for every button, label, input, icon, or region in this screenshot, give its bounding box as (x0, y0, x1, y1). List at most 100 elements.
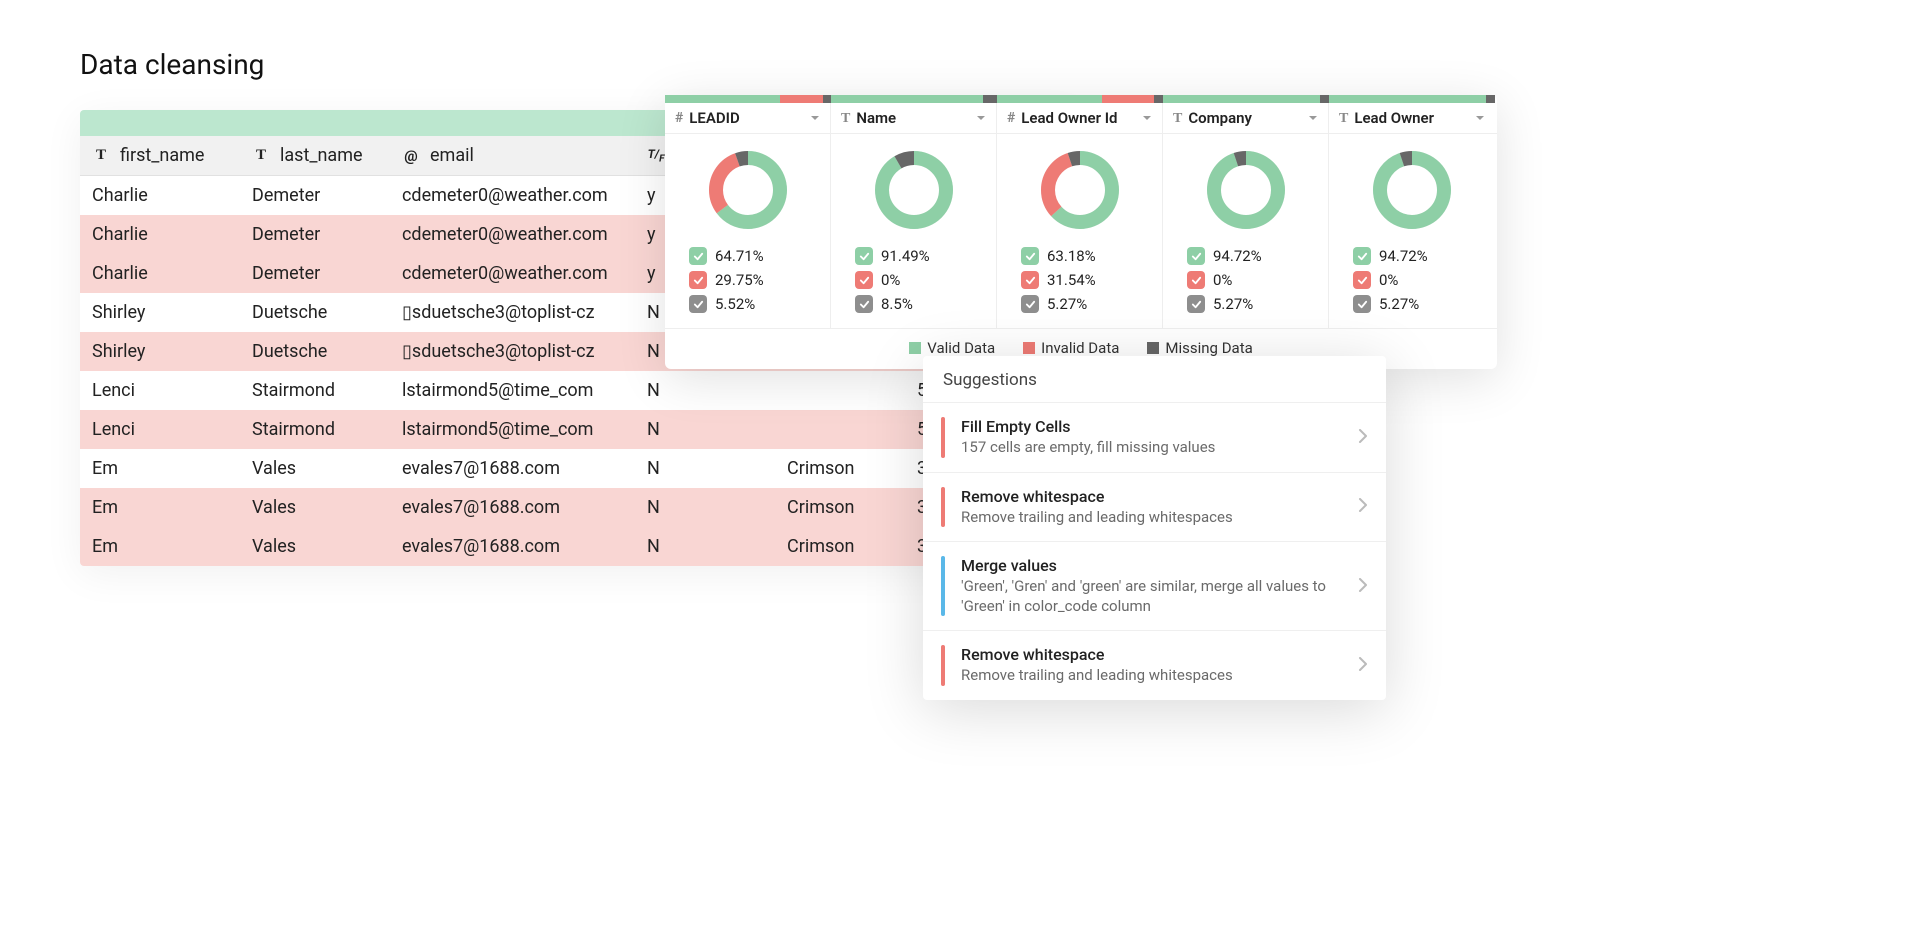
column-header[interactable]: Tfirst_name (80, 136, 240, 175)
quality-column-header[interactable]: # Lead Owner Id (997, 103, 1162, 133)
suggestion-desc: 'Green', 'Gren' and 'green' are similar,… (961, 577, 1358, 616)
suggestion-title: Remove whitespace (961, 487, 1358, 506)
sort-icon[interactable] (1142, 109, 1152, 127)
table-cell: cdemeter0@weather.com (390, 215, 635, 254)
type-icon: T (252, 147, 270, 165)
suggestion-desc: Remove trailing and leading whitespaces (961, 666, 1358, 686)
table-cell: N (635, 371, 775, 410)
sort-icon[interactable] (1308, 109, 1318, 127)
strip-segment (665, 95, 780, 103)
strip-segment (831, 95, 983, 103)
suggestion-text: Merge values'Green', 'Gren' and 'green' … (961, 556, 1358, 616)
donut-chart (872, 148, 956, 232)
suggestion-item[interactable]: Merge values'Green', 'Gren' and 'green' … (923, 541, 1386, 630)
stat-invalid: 0% (1339, 268, 1485, 292)
stat-value: 31.54% (1047, 271, 1096, 289)
type-icon: T (92, 147, 110, 165)
strip-segment (997, 95, 1102, 103)
suggestion-accent (941, 556, 945, 616)
stat-missing: 8.5% (841, 292, 986, 316)
quality-column-label: Lead Owner Id (1021, 109, 1117, 127)
type-icon: T (1339, 110, 1348, 127)
suggestion-item[interactable]: Remove whitespace Remove trailing and lea… (923, 472, 1386, 542)
table-cell: N (635, 527, 775, 566)
table-cell (775, 371, 905, 410)
type-icon: # (1007, 110, 1015, 126)
suggestions-list: Fill Empty Cells157 cells are empty, fil… (923, 402, 1386, 700)
stat-missing: 5.27% (1007, 292, 1152, 316)
table-cell: Vales (240, 449, 390, 488)
table-cell: Lenci (80, 410, 240, 449)
table-cell: Stairmond (240, 371, 390, 410)
donut-chart (706, 148, 790, 232)
stat-valid: 94.72% (1173, 244, 1318, 268)
column-header[interactable]: Tlast_name (240, 136, 390, 175)
column-label: first_name (120, 145, 204, 166)
table-cell: lstairmond5@time_com (390, 410, 635, 449)
quality-column-label: LEADID (689, 109, 739, 127)
quality-column-header[interactable]: TCompany (1163, 103, 1328, 133)
stat-value: 0% (1213, 271, 1232, 289)
suggestion-item[interactable]: Remove whitespaceRemove trailing and lea… (923, 630, 1386, 700)
table-cell: Em (80, 488, 240, 527)
strip-segment (1163, 95, 1320, 103)
table-cell: Demeter (240, 215, 390, 254)
strip-segment (1320, 95, 1329, 103)
table-cell: evales7@1688.com (390, 449, 635, 488)
chevron-right-icon (1358, 497, 1368, 516)
quality-column-body: 64.71%29.75%5.52% (665, 134, 831, 328)
quality-column-header[interactable]: T Name (831, 103, 996, 133)
strip-segment (823, 95, 831, 103)
table-cell: Charlie (80, 215, 240, 254)
check-icon (855, 271, 873, 289)
table-cell: Vales (240, 527, 390, 566)
strip-segment (983, 95, 997, 103)
check-icon (1353, 271, 1371, 289)
stat-value: 0% (881, 271, 900, 289)
type-icon: T/F (647, 147, 665, 165)
type-icon: T (841, 110, 850, 127)
stat-valid: 64.71% (675, 244, 820, 268)
table-cell: Crimson (775, 527, 905, 566)
legend-valid: Valid Data (909, 339, 995, 357)
stat-missing: 5.27% (1339, 292, 1485, 316)
donut-chart (1038, 148, 1122, 232)
table-cell: ▯sduetsche3@toplist-cz (390, 332, 635, 371)
strip-segment (1102, 95, 1154, 103)
table-cell: Lenci (80, 371, 240, 410)
check-icon (1021, 247, 1039, 265)
table-cell: Stairmond (240, 410, 390, 449)
table-cell: Vales (240, 488, 390, 527)
check-icon (1353, 247, 1371, 265)
check-icon (855, 247, 873, 265)
table-cell: Shirley (80, 293, 240, 332)
suggestion-accent (941, 645, 945, 686)
check-icon (1021, 271, 1039, 289)
stat-value: 63.18% (1047, 247, 1096, 265)
legend-missing: Missing Data (1147, 339, 1252, 357)
table-cell: Charlie (80, 176, 240, 215)
table-cell: Crimson (775, 449, 905, 488)
suggestion-text: Fill Empty Cells157 cells are empty, fil… (961, 417, 1358, 458)
sort-icon[interactable] (810, 109, 820, 127)
table-cell: Shirley (80, 332, 240, 371)
chevron-right-icon (1358, 656, 1368, 675)
quality-strip (665, 95, 1497, 103)
column-header[interactable]: @email (390, 136, 635, 175)
stat-value: 5.27% (1213, 295, 1253, 313)
quality-column-body: 94.72%0%5.27% (1329, 134, 1495, 328)
table-cell: Em (80, 449, 240, 488)
column-label: last_name (280, 145, 363, 166)
suggestion-item[interactable]: Fill Empty Cells157 cells are empty, fil… (923, 402, 1386, 472)
check-icon (1187, 271, 1205, 289)
table-cell: Crimson (775, 488, 905, 527)
quality-column-header[interactable]: #LEADID (665, 103, 830, 133)
quality-column-header[interactable]: TLead Owner (1329, 103, 1495, 133)
quality-column-body: 91.49%0%8.5% (831, 134, 997, 328)
suggestion-desc: Remove trailing and leading whitespaces (961, 508, 1358, 528)
sort-icon[interactable] (1475, 109, 1485, 127)
quality-column-label: Name (856, 109, 896, 127)
check-icon (1021, 295, 1039, 313)
donut-chart (1204, 148, 1288, 232)
sort-icon[interactable] (976, 109, 986, 127)
